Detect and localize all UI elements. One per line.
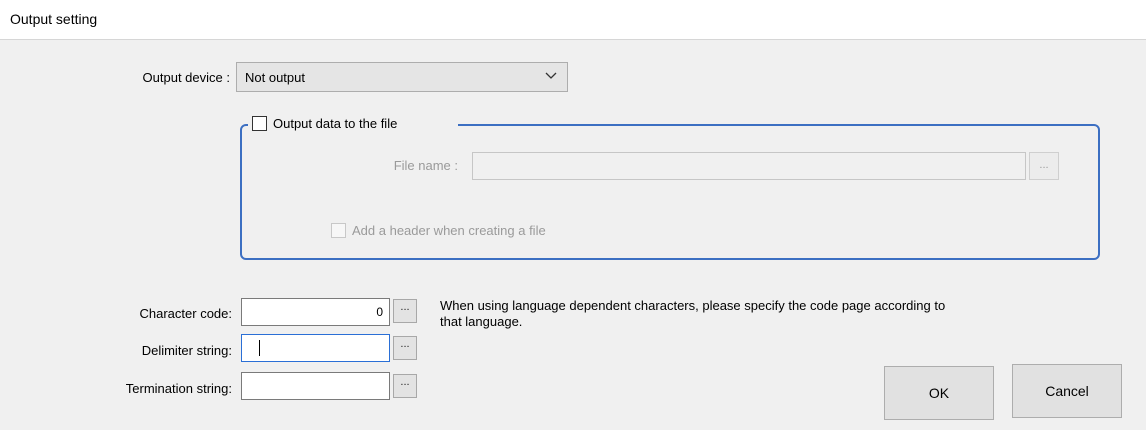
character-code-value: 0: [376, 305, 383, 319]
file-name-input[interactable]: [472, 152, 1026, 180]
termination-label: Termination string:: [125, 381, 232, 396]
delimiter-button[interactable]: ...: [393, 336, 417, 360]
character-code-label: Character code:: [139, 306, 233, 321]
output-device-value: Not output: [245, 70, 305, 85]
add-header-label: Add a header when creating a file: [352, 223, 546, 238]
delimiter-label: Delimiter string:: [141, 343, 232, 358]
character-code-input[interactable]: 0: [241, 298, 390, 326]
cancel-button[interactable]: Cancel: [1012, 364, 1122, 418]
termination-button[interactable]: ...: [393, 374, 417, 398]
note-line-2: that language.: [440, 314, 523, 329]
character-code-button[interactable]: ...: [393, 299, 417, 323]
output-file-groupbox: [240, 124, 1100, 260]
file-browse-button[interactable]: ...: [1029, 152, 1059, 180]
delimiter-input[interactable]: [241, 334, 390, 362]
output-device-select[interactable]: Not output: [236, 62, 568, 92]
chevron-down-icon: [545, 72, 557, 79]
text-caret: [259, 340, 260, 356]
add-header-checkbox[interactable]: [331, 223, 346, 238]
window-title: Output setting: [10, 11, 98, 27]
output-device-label: Output device :: [142, 70, 230, 85]
termination-input[interactable]: [241, 372, 390, 400]
title-bar: Output setting: [0, 0, 1146, 40]
ok-button[interactable]: OK: [884, 366, 994, 420]
file-name-label: File name :: [393, 158, 458, 173]
output-to-file-label: Output data to the file: [273, 116, 398, 131]
output-to-file-checkbox[interactable]: [252, 116, 267, 131]
note-line-1: When using language dependent characters…: [440, 298, 946, 313]
